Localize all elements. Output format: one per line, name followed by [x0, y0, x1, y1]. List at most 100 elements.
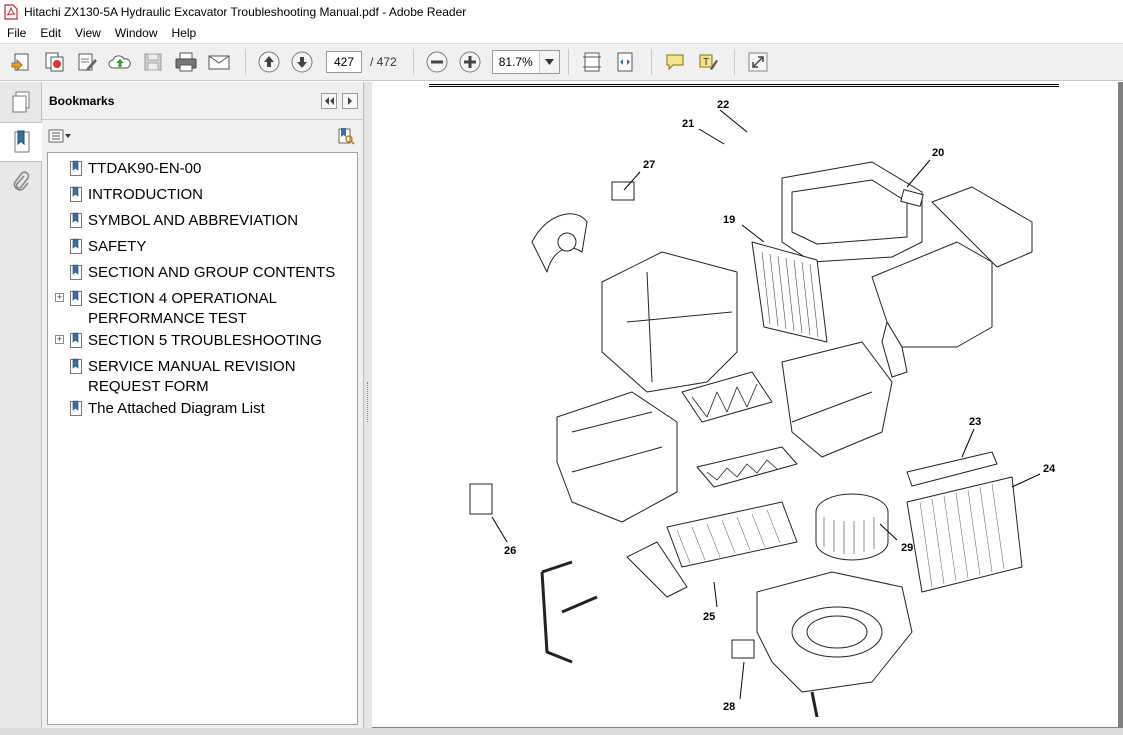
bookmark-label[interactable]: TTDAK90-EN-00 [88, 157, 201, 179]
zoom-in-button[interactable] [455, 47, 485, 77]
bookmark-label[interactable]: SERVICE MANUAL REVISION REQUEST FORM [88, 355, 357, 397]
bookmark-options-button[interactable] [48, 129, 72, 143]
cloud-upload-button[interactable] [105, 47, 135, 77]
print-icon [175, 52, 197, 72]
page-up-icon [258, 51, 280, 73]
zoom-dropdown-button[interactable] [538, 51, 559, 73]
zoom-combobox[interactable]: 81.7% [491, 50, 560, 74]
document-view[interactable]: 22 21 20 27 19 23 24 29 26 25 28 [372, 82, 1123, 735]
highlight-button[interactable]: T [693, 47, 723, 77]
chevron-right-icon [348, 96, 352, 105]
toolbar: 427 / 472 81.7% T [0, 43, 1123, 81]
bookmark-item[interactable]: TTDAK90-EN-00 [48, 157, 357, 183]
page-thumbnails-button[interactable] [0, 82, 42, 122]
print-button[interactable] [171, 47, 201, 77]
bookmark-item[interactable]: SERVICE MANUAL REVISION REQUEST FORM [48, 355, 357, 397]
bookmark-icon [14, 130, 29, 153]
expand-panel-button[interactable] [342, 92, 358, 109]
create-pdf-button[interactable] [6, 47, 36, 77]
edit-icon [78, 53, 97, 71]
callout-19: 19 [723, 214, 735, 226]
save-button[interactable] [138, 47, 168, 77]
zoom-value[interactable]: 81.7% [493, 51, 539, 73]
bookmark-item[interactable]: SAFETY [48, 235, 357, 261]
save-icon [144, 53, 162, 71]
zoom-out-icon [426, 51, 448, 73]
bookmark-icon [70, 332, 82, 348]
combine-button[interactable] [39, 47, 69, 77]
fit-width-icon [617, 52, 633, 72]
bookmark-icon [70, 160, 82, 176]
menu-view[interactable]: View [68, 23, 108, 43]
bookmark-label[interactable]: SECTION AND GROUP CONTENTS [88, 261, 335, 283]
page-number-input[interactable]: 427 [326, 51, 362, 73]
chevron-down-icon [544, 59, 554, 65]
bookmark-label[interactable]: SECTION 5 TROUBLESHOOTING [88, 329, 322, 351]
next-page-button[interactable] [287, 47, 317, 77]
bookmark-label[interactable]: SECTION 4 OPERATIONAL PERFORMANCE TEST [88, 287, 357, 329]
bookmark-label[interactable]: The Attached Diagram List [88, 397, 265, 419]
callout-22: 22 [717, 99, 729, 111]
find-bookmark-button[interactable] [337, 127, 355, 148]
toolbar-separator [245, 49, 246, 75]
bookmark-item[interactable]: SYMBOL AND ABBREVIATION [48, 209, 357, 235]
bookmarks-header: Bookmarks [42, 82, 363, 120]
edit-button[interactable] [72, 47, 102, 77]
create-pdf-icon [11, 53, 29, 71]
page-header-rule [429, 84, 1059, 87]
bookmark-item[interactable]: INTRODUCTION [48, 183, 357, 209]
pdf-page: 22 21 20 27 19 23 24 29 26 25 28 [372, 82, 1118, 727]
email-icon [208, 55, 230, 70]
menu-window[interactable]: Window [108, 23, 165, 43]
window-title: Hitachi ZX130-5A Hydraulic Excavator Tro… [24, 4, 467, 19]
callout-20: 20 [932, 147, 944, 159]
comment-button[interactable] [660, 47, 690, 77]
fit-width-button[interactable] [610, 47, 640, 77]
bookmarks-tab-button[interactable] [0, 122, 43, 162]
attachments-button[interactable] [0, 162, 42, 202]
paperclip-icon [13, 171, 30, 191]
pdf-app-icon [4, 3, 18, 20]
find-bookmark-icon [338, 128, 355, 145]
bottom-edge [0, 728, 1123, 735]
bookmark-item[interactable]: + SECTION 4 OPERATIONAL PERFORMANCE TEST [48, 287, 357, 329]
zoom-out-button[interactable] [422, 47, 452, 77]
fit-page-button[interactable] [577, 47, 607, 77]
cloud-upload-icon [108, 55, 131, 69]
double-chevron-left-icon [325, 96, 334, 105]
fullscreen-icon [748, 52, 768, 72]
page-total-label: / 472 [370, 55, 397, 69]
collapse-panel-button[interactable] [321, 92, 337, 109]
email-button[interactable] [204, 47, 234, 77]
bookmarks-tree: TTDAK90-EN-00 INTRODUCTION SYMBOL AND ABBR… [47, 152, 358, 725]
expand-toggle[interactable]: + [55, 335, 64, 344]
expand-toggle[interactable]: + [55, 293, 64, 302]
bookmark-icon [70, 186, 82, 202]
previous-page-button[interactable] [254, 47, 284, 77]
bookmark-item[interactable]: SECTION AND GROUP CONTENTS [48, 261, 357, 287]
bookmark-item[interactable]: + SECTION 5 TROUBLESHOOTING [48, 329, 357, 355]
bookmarks-toolbar [42, 120, 363, 152]
toolbar-separator [567, 49, 569, 75]
zoom-in-icon [459, 51, 481, 73]
menu-edit[interactable]: Edit [33, 23, 68, 43]
bookmark-label[interactable]: INTRODUCTION [88, 183, 203, 205]
bookmark-item[interactable]: The Attached Diagram List [48, 397, 357, 423]
menu-help[interactable]: Help [165, 23, 204, 43]
callout-23: 23 [969, 416, 981, 428]
highlight-icon: T [699, 54, 718, 70]
callout-29: 29 [901, 542, 913, 554]
panel-splitter[interactable] [364, 82, 372, 735]
bookmark-label[interactable]: SYMBOL AND ABBREVIATION [88, 209, 298, 231]
fullscreen-button[interactable] [743, 47, 773, 77]
menu-bar: File Edit View Window Help [0, 23, 1123, 43]
bookmark-icon [70, 290, 82, 306]
bookmark-icon [70, 212, 82, 228]
bookmark-label[interactable]: SAFETY [88, 235, 146, 257]
options-list-icon [48, 129, 71, 143]
page-thumbnails-icon [12, 91, 30, 113]
splitter-grip[interactable] [367, 382, 369, 422]
comment-icon [666, 54, 684, 71]
menu-file[interactable]: File [0, 23, 33, 43]
toolbar-separator [733, 49, 735, 75]
